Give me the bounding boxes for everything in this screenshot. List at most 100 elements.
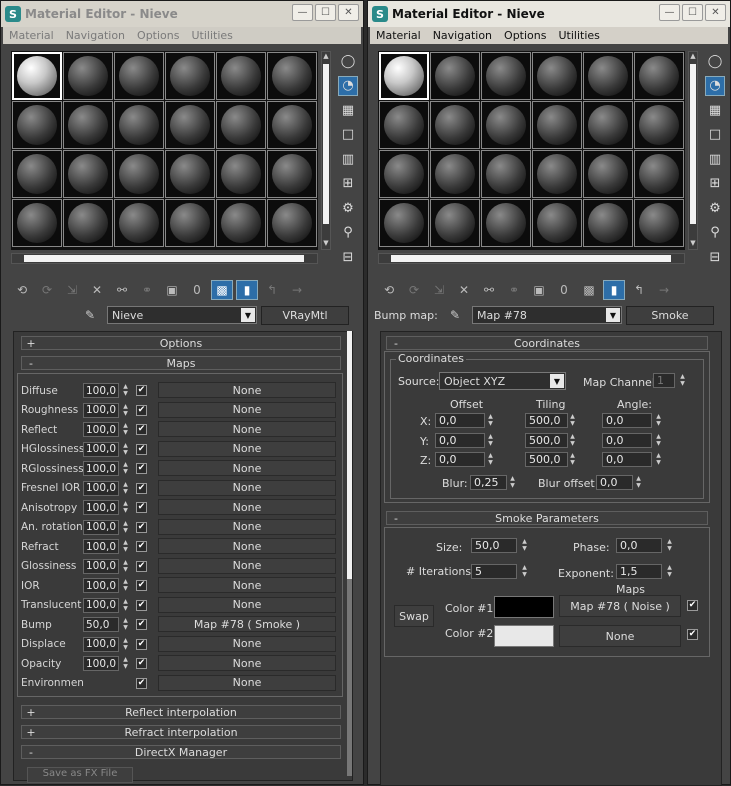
rollout-maps[interactable]: - Maps (21, 356, 341, 370)
rollout-options[interactable]: + Options (21, 336, 341, 350)
map-enable-checkbox[interactable]: ✔ (136, 502, 147, 513)
scroll-up-icon[interactable]: ▲ (689, 52, 697, 62)
sample-slot[interactable] (430, 101, 480, 149)
panel-scrollbar[interactable] (347, 331, 352, 776)
close-button[interactable]: ✕ (338, 4, 359, 21)
map-enable-checkbox[interactable]: ✔ (136, 404, 147, 416)
put-to-library-icon[interactable]: ⚭ (503, 280, 525, 300)
make-preview-icon[interactable]: ⊞ (705, 174, 725, 194)
sample-type-icon[interactable]: ◯ (338, 51, 358, 71)
map-enable-checkbox[interactable]: ✔ (136, 638, 147, 650)
sample-slot[interactable] (267, 101, 317, 149)
effects-channel-digit[interactable]: 0 (553, 280, 575, 300)
spinner-icon[interactable]: ▲ ▼ (121, 559, 130, 574)
sample-slot[interactable] (114, 150, 164, 198)
sample-slot[interactable] (114, 52, 164, 100)
chevron-down-icon[interactable]: ▼ (606, 308, 620, 322)
video-color-check-icon[interactable]: ▥ (338, 149, 358, 169)
sample-uv-tiling-icon[interactable]: □ (338, 125, 358, 145)
angle-field[interactable]: 0,0 (602, 432, 652, 448)
sample-slot[interactable] (216, 199, 266, 247)
assign-to-selection-icon[interactable]: ⇲ (428, 280, 450, 300)
map-amount-field[interactable]: 100,0 (83, 578, 119, 593)
get-material-icon[interactable]: ⟲ (11, 280, 33, 300)
map-enable-checkbox[interactable]: ✔ (136, 541, 147, 552)
sample-slot[interactable] (481, 150, 531, 198)
show-map-in-viewport-icon[interactable]: ▩ (211, 280, 233, 300)
options-icon[interactable]: ⚙ (705, 198, 725, 218)
spinner-icon[interactable]: ▲ ▼ (121, 656, 130, 671)
make-preview-icon[interactable]: ⊞ (338, 174, 358, 194)
blur-field[interactable]: 0,25 (470, 475, 507, 490)
map-enable-checkbox[interactable]: ✔ (136, 677, 147, 689)
map-slot-button[interactable]: None (158, 596, 336, 613)
map-slot-button[interactable]: None (158, 674, 336, 691)
map-amount-field[interactable]: 100,0 (83, 402, 119, 418)
map-amount-field[interactable]: 100,0 (83, 422, 119, 437)
spinner-icon[interactable]: ▲ ▼ (508, 475, 517, 490)
phase-field[interactable]: 0,0 (616, 538, 662, 553)
map-amount-field[interactable]: 100,0 (83, 636, 119, 652)
sample-slot[interactable] (430, 199, 480, 247)
sample-slot[interactable] (481, 199, 531, 247)
put-to-scene-icon[interactable]: ⟳ (403, 280, 425, 300)
show-map-in-viewport-icon[interactable]: ▩ (578, 280, 600, 300)
map-slot-button[interactable]: None (158, 421, 336, 437)
spinner-icon[interactable]: ▲ ▼ (520, 564, 529, 579)
sample-slot[interactable] (379, 150, 429, 198)
blur-offset-field[interactable]: 0,0 (596, 475, 633, 490)
backlight-icon[interactable]: ◔ (338, 75, 358, 96)
spinner-icon[interactable]: ▲ ▼ (520, 538, 529, 553)
sample-slot[interactable] (216, 52, 266, 100)
spinner-icon[interactable]: ▲ ▼ (121, 500, 130, 515)
menu-utilities[interactable]: Utilities (552, 29, 605, 42)
sample-slot[interactable] (63, 52, 113, 100)
menu-utilities[interactable]: Utilities (185, 29, 238, 42)
spinner-icon[interactable]: ▲ ▼ (486, 413, 495, 428)
map-slot-button[interactable]: None (158, 440, 336, 457)
maximize-button[interactable]: ☐ (315, 4, 336, 21)
map-amount-field[interactable]: 100,0 (83, 539, 119, 554)
map-slot-button[interactable]: None (158, 499, 336, 515)
sample-slot[interactable] (583, 52, 633, 100)
background-checker-icon[interactable]: ▦ (705, 100, 725, 120)
map-amount-field[interactable]: 100,0 (83, 441, 119, 457)
rollout-directx-manager[interactable]: - DirectX Manager (21, 745, 341, 759)
tiling-field[interactable]: 500,0 (525, 432, 568, 448)
scroll-down-icon[interactable]: ▼ (322, 239, 330, 249)
map-amount-field[interactable]: 100,0 (83, 597, 119, 613)
background-checker-icon[interactable]: ▦ (338, 100, 358, 120)
map-slot-button[interactable]: None (158, 382, 336, 398)
sample-slot[interactable] (532, 101, 582, 149)
material-effects-channel-icon[interactable]: ▣ (161, 280, 183, 300)
reset-map-icon[interactable]: ✕ (453, 280, 475, 300)
map-enable-checkbox[interactable]: ✔ (136, 560, 147, 572)
sample-slot[interactable] (583, 150, 633, 198)
select-by-material-icon[interactable]: ⚲ (338, 223, 358, 243)
sample-slot[interactable] (12, 150, 62, 198)
spinner-icon[interactable]: ▲ ▼ (121, 539, 130, 554)
options-icon[interactable]: ⚙ (338, 198, 358, 218)
spinner-icon[interactable]: ▲ ▼ (568, 433, 577, 448)
sample-slot[interactable] (267, 52, 317, 100)
map-slot-button[interactable]: None (158, 655, 336, 671)
spinner-icon[interactable]: ▲ ▼ (121, 383, 130, 398)
rollout-smoke-parameters[interactable]: - Smoke Parameters (386, 511, 708, 525)
minimize-button[interactable]: — (659, 4, 680, 21)
map-amount-field[interactable]: 100,0 (83, 656, 119, 671)
sample-slot[interactable] (532, 52, 582, 100)
swap-button[interactable]: Swap (394, 605, 434, 627)
minimize-button[interactable]: — (292, 4, 313, 21)
sample-slot[interactable] (430, 150, 480, 198)
sample-slot[interactable] (267, 199, 317, 247)
sample-slot[interactable] (267, 150, 317, 198)
spinner-icon[interactable]: ▲ ▼ (121, 461, 130, 476)
sample-slot[interactable] (481, 52, 531, 100)
spinner-icon[interactable]: ▲ ▼ (678, 373, 687, 388)
color1-map-checkbox[interactable]: ✔ (687, 600, 698, 611)
sample-uv-tiling-icon[interactable]: □ (705, 125, 725, 145)
sample-slot[interactable] (63, 101, 113, 149)
map-name-dropdown[interactable]: Map #78 ▼ (472, 306, 622, 324)
material-type-button[interactable]: VRayMtl (261, 305, 349, 325)
spinner-icon[interactable]: ▲ ▼ (121, 481, 130, 496)
